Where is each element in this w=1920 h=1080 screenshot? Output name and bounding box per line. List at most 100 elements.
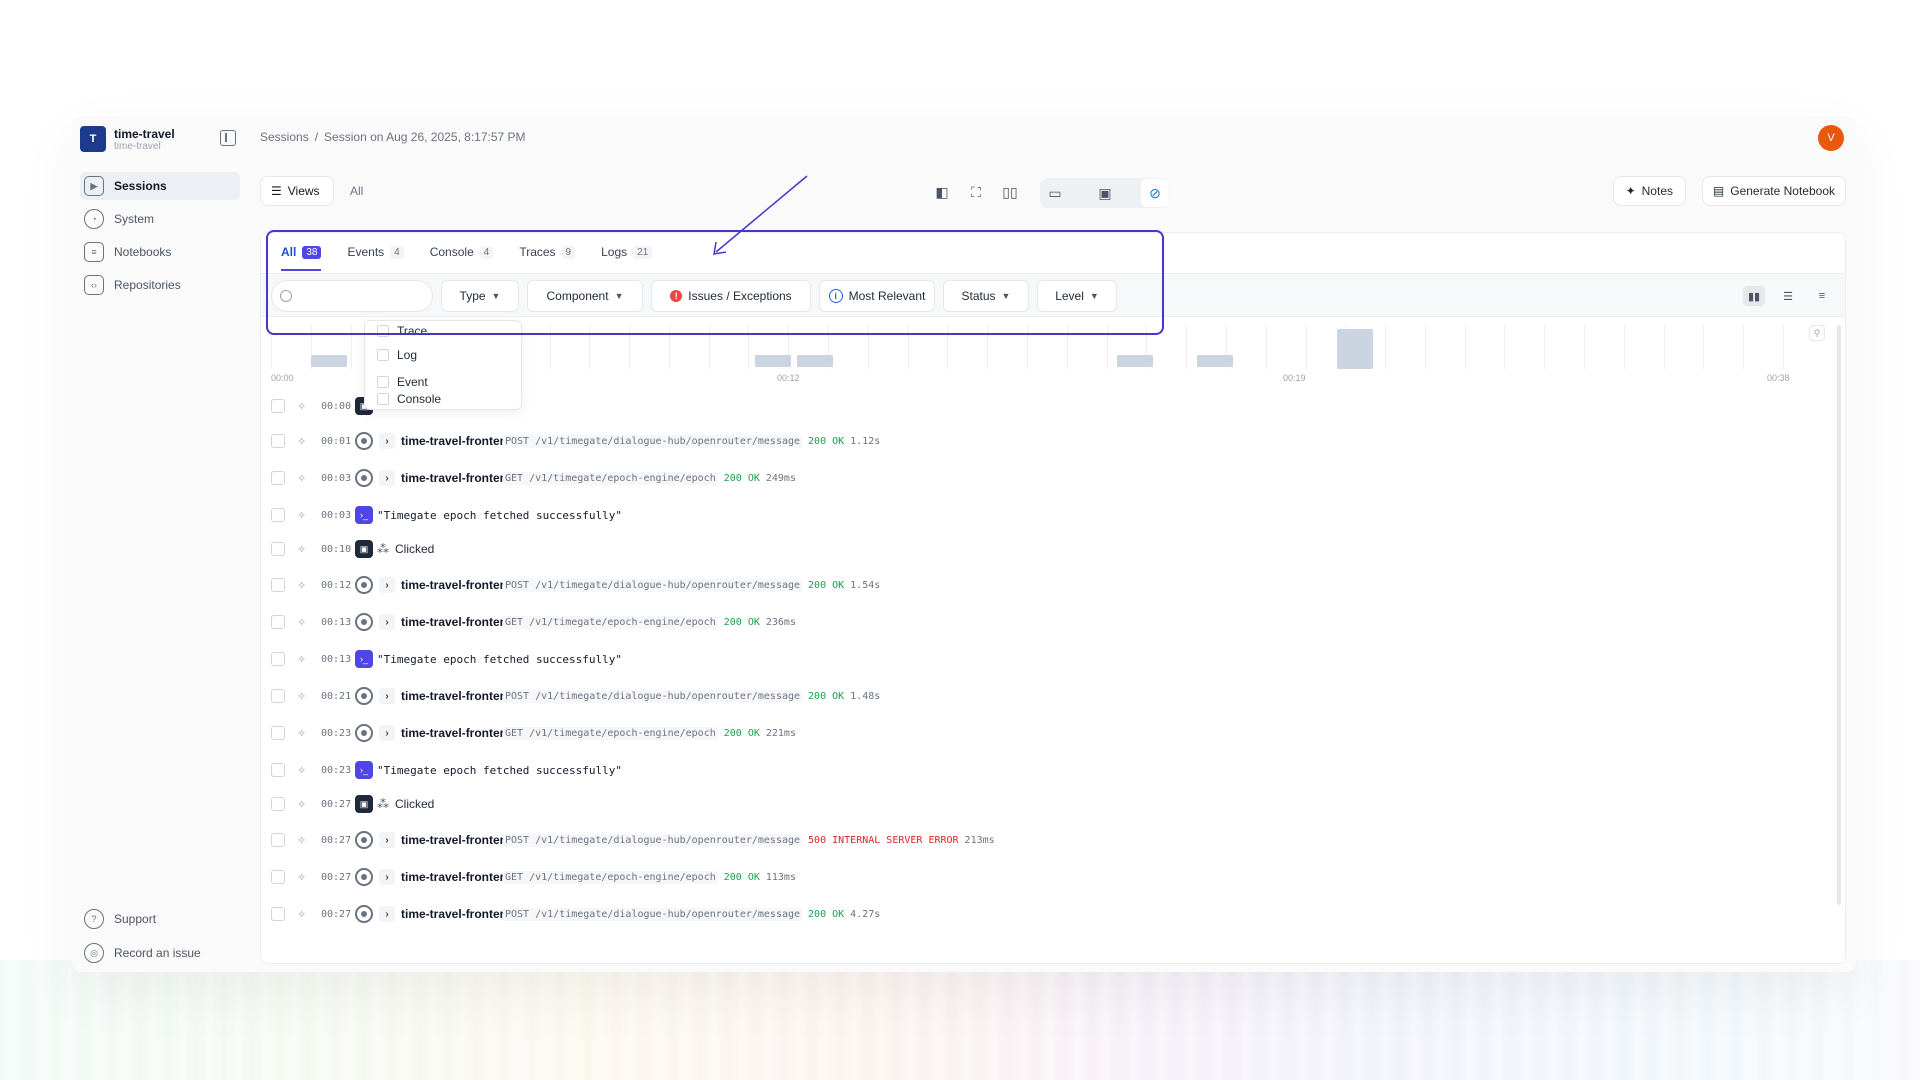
pin-icon[interactable]: ⚲: [1809, 325, 1825, 341]
row-checkbox[interactable]: [271, 508, 285, 522]
chevron-right-icon[interactable]: ›: [379, 688, 395, 704]
event-row[interactable]: ✧ 00:23 ›_ "Timegate epoch fetched successf…: [271, 759, 1825, 781]
sidebar-item-support[interactable]: ? Support: [80, 904, 240, 934]
event-row[interactable]: ✧ 00:12 › time-travel-frontend POST /v1/time…: [271, 574, 1825, 596]
breadcrumb-sessions[interactable]: Sessions: [260, 130, 309, 144]
row-checkbox[interactable]: [271, 833, 285, 847]
sparkle-icon[interactable]: ✧: [297, 435, 306, 448]
timeline-bar[interactable]: [755, 355, 791, 367]
collapse-sidebar-icon[interactable]: [220, 130, 236, 146]
request-path: /v1/timegate/dialogue-hub/openrouter/mes…: [535, 690, 801, 702]
row-checkbox[interactable]: [271, 578, 285, 592]
request-method-path: GET /v1/timegate/epoch-engine/epoch: [503, 726, 718, 740]
sidebar-item-sessions[interactable]: ▶ Sessions: [80, 172, 240, 200]
sidebar-item-label: Sessions: [114, 179, 167, 193]
sparkle-icon[interactable]: ✧: [297, 400, 306, 413]
event-row[interactable]: ✧ 00:03 › time-travel-frontend GET /v1/timeg…: [271, 467, 1825, 489]
sidebar-item-notebooks[interactable]: ≡ Notebooks: [80, 238, 240, 266]
eye-off-icon[interactable]: ⊘: [1141, 179, 1169, 207]
timeline-gridline: [1584, 325, 1586, 369]
scrollbar[interactable]: [1837, 325, 1841, 905]
timeline-bar[interactable]: [1117, 355, 1153, 367]
request-path: /v1/timegate/epoch-engine/epoch: [529, 727, 716, 739]
checkbox[interactable]: [377, 376, 389, 388]
event-time: 00:27: [321, 834, 352, 846]
notes-button[interactable]: ✦ Notes: [1612, 176, 1686, 206]
event-row[interactable]: ✧ 00:27 › time-travel-frontend GET /v1/timeg…: [271, 866, 1825, 888]
sidebar-item-record-issue[interactable]: ◎ Record an issue: [80, 938, 240, 968]
event-row[interactable]: ✧ 00:01 › time-travel-frontend POST /v1/time…: [271, 430, 1825, 452]
timeline-gridline: [1305, 325, 1307, 369]
duration: 113ms: [765, 871, 796, 883]
bar-chart-icon[interactable]: ▮▮: [1743, 286, 1765, 306]
chevron-right-icon[interactable]: ›: [379, 869, 395, 885]
row-checkbox[interactable]: [271, 763, 285, 777]
event-row[interactable]: ✧ 00:21 › time-travel-frontend POST /v1/time…: [271, 685, 1825, 707]
chevron-right-icon[interactable]: ›: [379, 433, 395, 449]
chevron-right-icon[interactable]: ›: [379, 906, 395, 922]
sparkle-icon[interactable]: ✧: [297, 871, 306, 884]
event-row[interactable]: ✧ 00:03 ›_ "Timegate epoch fetched successf…: [271, 504, 1825, 526]
sidebar-item-repositories[interactable]: ‹› Repositories: [80, 271, 240, 299]
row-checkbox[interactable]: [271, 726, 285, 740]
event-time: 00:23: [321, 727, 352, 739]
sparkle-icon[interactable]: ✧: [297, 764, 306, 777]
workspace-switcher[interactable]: T time-travel time-travel: [80, 126, 175, 152]
row-checkbox[interactable]: [271, 542, 285, 556]
row-checkbox[interactable]: [271, 907, 285, 921]
sparkle-icon[interactable]: ✧: [297, 543, 306, 556]
request-path: /v1/timegate/dialogue-hub/openrouter/mes…: [535, 435, 801, 447]
timeline-bar[interactable]: [1197, 355, 1233, 367]
chevron-right-icon[interactable]: ›: [379, 577, 395, 593]
row-checkbox[interactable]: [271, 434, 285, 448]
chevron-right-icon[interactable]: ›: [379, 470, 395, 486]
fullscreen-icon[interactable]: ⛶: [962, 178, 990, 206]
row-checkbox[interactable]: [271, 797, 285, 811]
row-checkbox[interactable]: [271, 615, 285, 629]
checkbox[interactable]: [377, 349, 389, 361]
row-checkbox[interactable]: [271, 689, 285, 703]
timeline-bar[interactable]: [1337, 329, 1373, 369]
event-row[interactable]: ✧ 00:27 › time-travel-frontend POST /v1/time…: [271, 903, 1825, 925]
sparkle-icon[interactable]: ✧: [297, 798, 306, 811]
list-filter-icon[interactable]: ≡: [1811, 286, 1833, 306]
event-row[interactable]: ✧ 00:27 ▣ ⁂ Clicked: [271, 793, 1825, 815]
chevron-right-icon[interactable]: ›: [379, 614, 395, 630]
dropdown-option-console[interactable]: Console: [377, 389, 441, 409]
sidebar-item-system[interactable]: ◔ System: [80, 205, 240, 233]
sidebar-panel-icon[interactable]: ◧: [928, 178, 956, 206]
generate-notebook-button[interactable]: ▤ Generate Notebook: [1701, 176, 1846, 206]
event-row[interactable]: ✧ 00:23 › time-travel-frontend GET /v1/timeg…: [271, 722, 1825, 744]
row-checkbox[interactable]: [271, 870, 285, 884]
terminal-icon[interactable]: ▣: [1091, 179, 1119, 207]
timeline-bar[interactable]: [311, 355, 347, 367]
sparkle-icon[interactable]: ✧: [297, 834, 306, 847]
sparkle-icon[interactable]: ✧: [297, 727, 306, 740]
waterfall-icon[interactable]: ☰: [1777, 286, 1799, 306]
chevron-right-icon[interactable]: ›: [379, 832, 395, 848]
notes-label: Notes: [1641, 184, 1673, 198]
sparkle-icon[interactable]: ✧: [297, 690, 306, 703]
sparkle-icon[interactable]: ✧: [297, 616, 306, 629]
workspace-logo: T: [80, 126, 106, 152]
video-icon[interactable]: ▭: [1041, 179, 1069, 207]
event-row[interactable]: ✧ 00:27 › time-travel-frontend POST /v1/time…: [271, 829, 1825, 851]
event-row[interactable]: ✧ 00:13 ›_ "Timegate epoch fetched successf…: [271, 648, 1825, 670]
row-checkbox[interactable]: [271, 399, 285, 413]
sparkle-icon[interactable]: ✧: [297, 908, 306, 921]
event-row[interactable]: ✧ 00:13 › time-travel-frontend GET /v1/timeg…: [271, 611, 1825, 633]
sparkle-icon[interactable]: ✧: [297, 509, 306, 522]
dropdown-option-log[interactable]: Log: [377, 345, 417, 365]
sparkle-icon[interactable]: ✧: [297, 579, 306, 592]
views-button[interactable]: ☰ Views: [260, 176, 334, 206]
sparkle-icon[interactable]: ✧: [297, 472, 306, 485]
columns-icon[interactable]: ▯▯: [996, 178, 1024, 206]
avatar[interactable]: V: [1818, 125, 1844, 151]
row-checkbox[interactable]: [271, 471, 285, 485]
event-row[interactable]: ✧ 00:10 ▣ ⁂ Clicked: [271, 538, 1825, 560]
chevron-right-icon[interactable]: ›: [379, 725, 395, 741]
timeline-bar[interactable]: [797, 355, 833, 367]
row-checkbox[interactable]: [271, 652, 285, 666]
checkbox[interactable]: [377, 393, 389, 405]
sparkle-icon[interactable]: ✧: [297, 653, 306, 666]
